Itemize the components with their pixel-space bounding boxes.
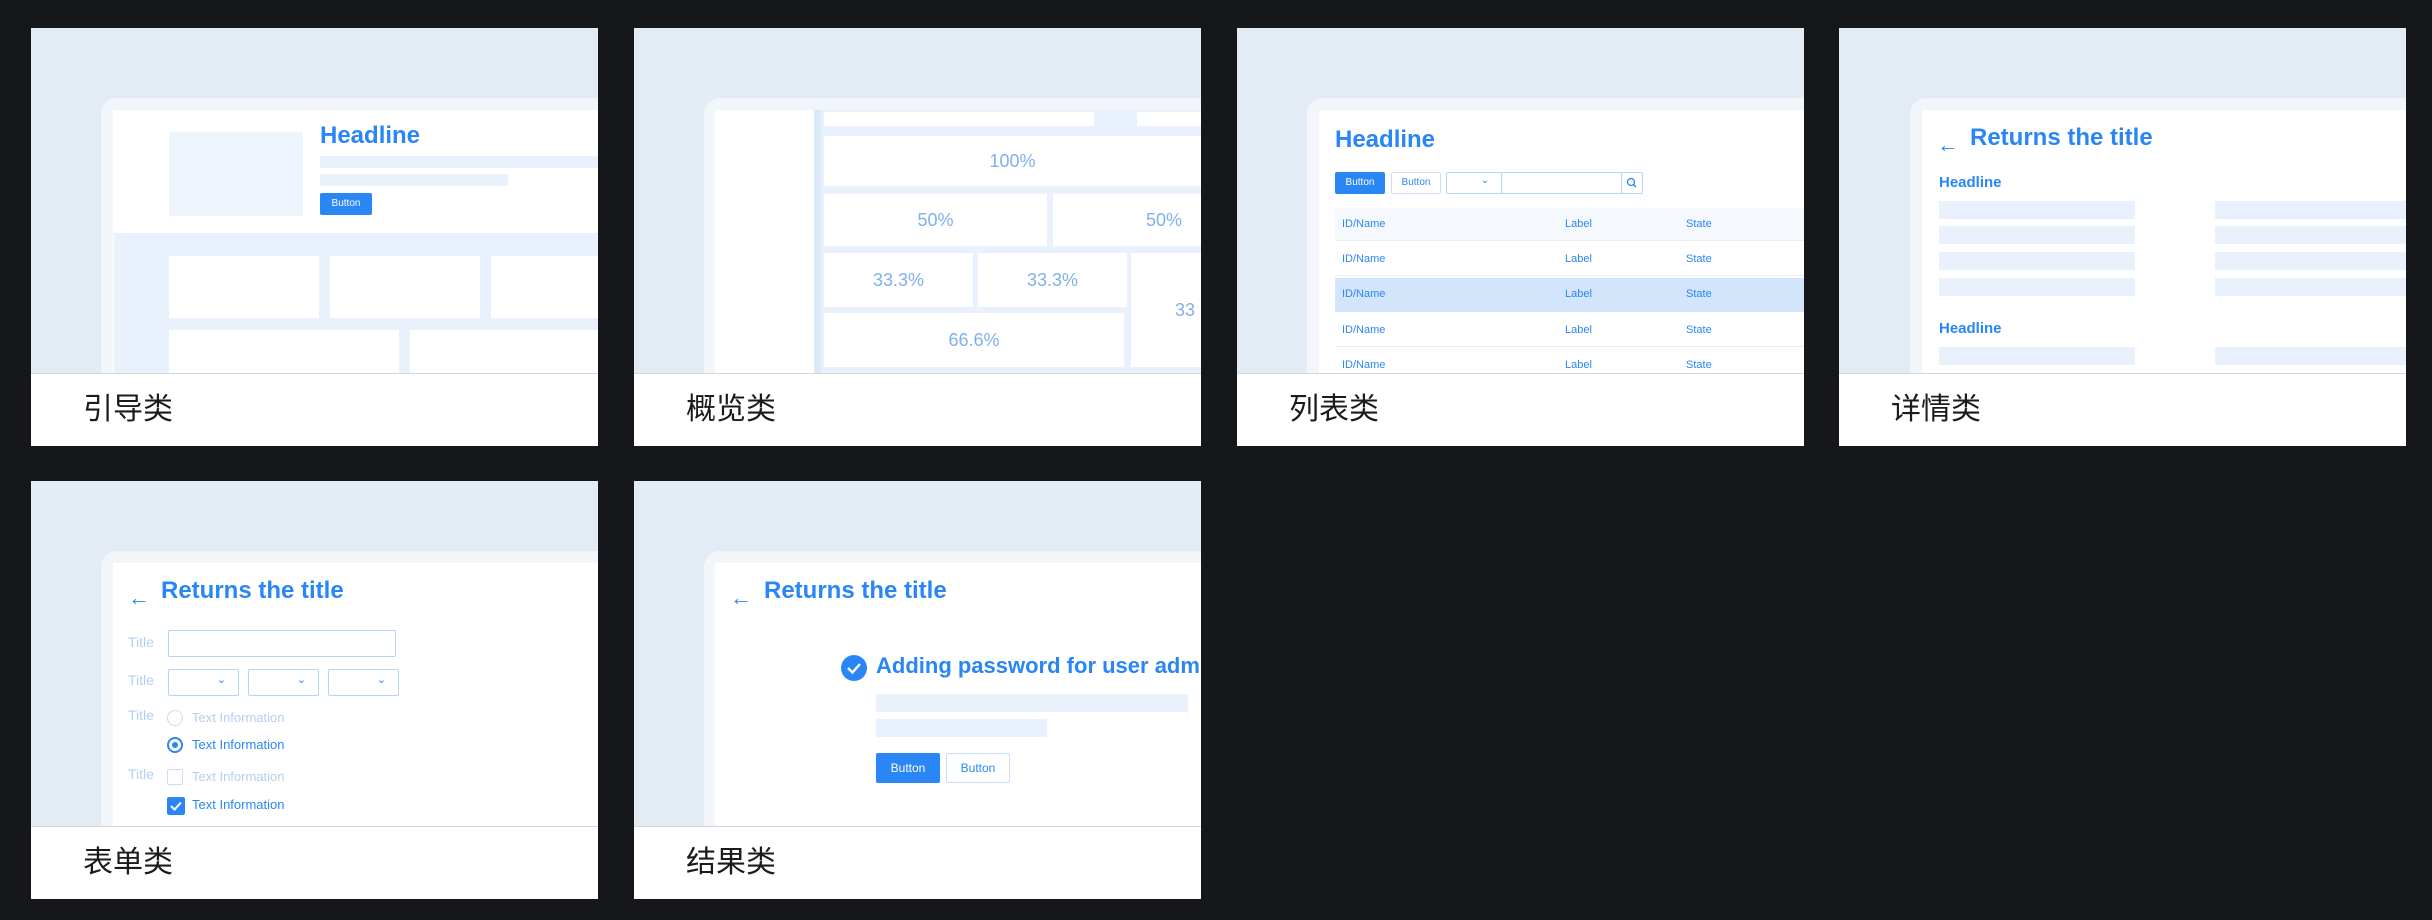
- form-select[interactable]: ⌄: [168, 669, 239, 696]
- form-title: Returns the title: [161, 577, 344, 604]
- success-check-icon: [841, 655, 867, 681]
- list-search-input[interactable]: [1501, 172, 1622, 194]
- radio-checked[interactable]: [167, 737, 183, 753]
- back-arrow-icon[interactable]: ←: [1937, 132, 1959, 158]
- form-field-label: Title: [128, 672, 154, 688]
- table-row: ID/Name: [1342, 288, 1386, 300]
- back-arrow-icon[interactable]: ←: [730, 585, 752, 611]
- result-preview: ← Returns the title Adding password for …: [634, 481, 1201, 826]
- result-primary-button[interactable]: Button: [876, 753, 940, 783]
- overview-cell-66: 66.6%: [824, 313, 1124, 367]
- card-label: 列表类: [1237, 373, 1804, 446]
- guide-button[interactable]: Button: [320, 193, 372, 215]
- checkbox-option-label: Text Information: [192, 769, 285, 784]
- overview-cell-100: 100%: [824, 136, 1201, 186]
- card-list[interactable]: Headline Button Button ⌄ ID/Name Label S…: [1237, 28, 1804, 446]
- detail-preview: ← Returns the title Headline Headline: [1839, 28, 2406, 373]
- radio-option-label: Text Information: [192, 737, 285, 752]
- card-result[interactable]: ← Returns the title Adding password for …: [634, 481, 1201, 899]
- guide-headline: Headline: [320, 122, 421, 149]
- card-overview[interactable]: 100% 50% 50% 33.3% 33.3% 33 66.6% 概览类: [634, 28, 1201, 446]
- column-label: Label: [1565, 218, 1592, 230]
- detail-section-headline: Headline: [1939, 320, 2002, 337]
- overview-cell-33b: 33.3%: [978, 253, 1127, 307]
- card-label: 详情类: [1839, 373, 2406, 446]
- overview-cell-50a: 50%: [824, 194, 1047, 246]
- form-field-label: Title: [128, 766, 154, 782]
- overview-cell-50b: 50%: [1053, 194, 1201, 246]
- chevron-down-icon: ⌄: [376, 674, 386, 686]
- result-message: Adding password for user admin: [876, 653, 1201, 678]
- card-label: 结果类: [634, 826, 1201, 899]
- card-guide[interactable]: Headline Button 引导类: [31, 28, 598, 446]
- chevron-down-icon: ⌄: [296, 674, 306, 686]
- checkbox-option-label: Text Information: [192, 797, 285, 812]
- form-preview: ← Returns the title Title Title ⌄ ⌄ ⌄ Ti…: [31, 481, 598, 826]
- list-select[interactable]: ⌄: [1446, 172, 1502, 194]
- result-title: Returns the title: [764, 577, 947, 604]
- form-select[interactable]: ⌄: [328, 669, 399, 696]
- overview-cell-33a: 33.3%: [824, 253, 973, 307]
- search-icon[interactable]: [1621, 172, 1643, 194]
- chevron-down-icon: ⌄: [1480, 175, 1489, 186]
- checkbox-unchecked[interactable]: [167, 769, 183, 785]
- table-row[interactable]: ID/Name: [1342, 359, 1385, 371]
- overview-sidebar-edge: [814, 110, 821, 373]
- table-row[interactable]: ID/Name: [1342, 253, 1385, 265]
- list-primary-button[interactable]: Button: [1335, 172, 1385, 194]
- card-detail[interactable]: ← Returns the title Headline Headline 详情…: [1839, 28, 2406, 446]
- chevron-down-icon: ⌄: [216, 674, 226, 686]
- overview-cell-33c: 33: [1131, 253, 1201, 367]
- form-text-input[interactable]: [168, 630, 396, 657]
- form-field-label: Title: [128, 634, 154, 650]
- card-label: 概览类: [634, 373, 1201, 446]
- column-id-name: ID/Name: [1342, 218, 1386, 230]
- list-headline: Headline: [1335, 126, 1436, 153]
- list-secondary-button[interactable]: Button: [1391, 172, 1441, 194]
- card-label: 表单类: [31, 826, 598, 899]
- detail-section-headline: Headline: [1939, 174, 2002, 191]
- guide-preview: Headline Button: [31, 28, 598, 373]
- overview-preview: 100% 50% 50% 33.3% 33.3% 33 66.6%: [634, 28, 1201, 373]
- back-arrow-icon[interactable]: ←: [128, 585, 150, 611]
- table-row[interactable]: ID/Name: [1342, 324, 1385, 336]
- column-state: State: [1686, 218, 1712, 230]
- form-select[interactable]: ⌄: [248, 669, 319, 696]
- radio-unchecked[interactable]: [167, 710, 183, 726]
- form-field-label: Title: [128, 707, 154, 723]
- list-preview: Headline Button Button ⌄ ID/Name Label S…: [1237, 28, 1804, 373]
- card-label: 引导类: [31, 373, 598, 446]
- guide-image-placeholder: [169, 132, 303, 216]
- checkbox-checked-icon[interactable]: [167, 797, 185, 815]
- detail-title: Returns the title: [1970, 124, 2153, 151]
- result-secondary-button[interactable]: Button: [946, 753, 1010, 783]
- radio-option-label: Text Information: [192, 710, 285, 725]
- card-form[interactable]: ← Returns the title Title Title ⌄ ⌄ ⌄ Ti…: [31, 481, 598, 899]
